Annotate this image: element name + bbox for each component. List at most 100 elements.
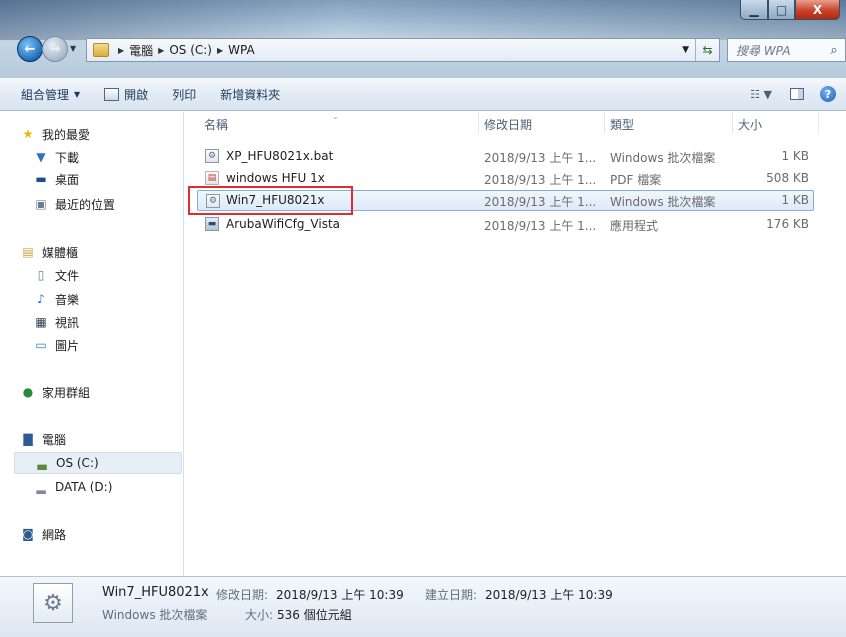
sidebar-item-label: OS (C:) bbox=[56, 456, 99, 470]
new-folder-button[interactable]: 新增資料夾 bbox=[208, 78, 292, 110]
computer-icon: ▇ bbox=[23, 432, 33, 446]
table-row[interactable]: ⚙ XP_HFU8021x.bat 2018/9/13 上午 1... Wind… bbox=[197, 146, 814, 167]
window-controls: ▁ □ X bbox=[740, 0, 840, 22]
print-label: 列印 bbox=[172, 87, 197, 102]
sidebar-item-pictures[interactable]: ▭ 圖片 bbox=[33, 334, 79, 356]
breadcrumb-os-drive[interactable]: OS (C:) bbox=[169, 43, 212, 57]
network-icon: ◙ bbox=[22, 527, 34, 541]
breadcrumb-computer[interactable]: 電腦 bbox=[129, 42, 153, 59]
help-icon[interactable]: ? bbox=[820, 86, 836, 102]
new-folder-label: 新增資料夾 bbox=[220, 87, 281, 102]
column-header-type[interactable]: 類型 bbox=[610, 116, 634, 133]
details-size-value: 536 個位元組 bbox=[277, 608, 352, 622]
preview-pane-icon[interactable] bbox=[790, 88, 804, 100]
star-icon: ★ bbox=[22, 127, 34, 141]
organize-button[interactable]: 組合管理 ▼ bbox=[0, 78, 92, 110]
sidebar-item-favorites[interactable]: ★ 我的最愛 bbox=[20, 123, 90, 145]
refresh-icon[interactable]: ⇆ bbox=[695, 39, 719, 61]
sidebar-item-music[interactable]: ♪ 音樂 bbox=[33, 288, 79, 310]
file-name: windows HFU 1x bbox=[226, 171, 325, 185]
recent-pages-dropdown[interactable]: ▼ bbox=[70, 44, 76, 53]
table-row[interactable]: ▬ ArubaWifiCfg_Vista 2018/9/13 上午 1... 應… bbox=[197, 214, 814, 235]
details-created-label: 建立日期: bbox=[425, 588, 478, 602]
back-button[interactable]: ← bbox=[17, 36, 43, 62]
sidebar-item-os-drive[interactable]: ▃ OS (C:) bbox=[14, 452, 182, 474]
column-divider[interactable] bbox=[478, 112, 479, 134]
search-icon[interactable]: ⌕ bbox=[823, 43, 845, 58]
file-name: ArubaWifiCfg_Vista bbox=[226, 217, 341, 231]
column-header-name[interactable]: 名稱 bbox=[204, 116, 228, 133]
sidebar-item-label: 網路 bbox=[42, 527, 67, 542]
column-header-size[interactable]: 大小 bbox=[738, 116, 762, 133]
sidebar-item-data-drive[interactable]: ▂ DATA (D:) bbox=[33, 476, 112, 498]
desktop-icon: ▬ bbox=[35, 172, 47, 186]
column-header-modified[interactable]: 修改日期 bbox=[484, 116, 532, 133]
sidebar-item-label: 圖片 bbox=[55, 338, 80, 353]
sidebar-item-label: 視訊 bbox=[55, 315, 80, 330]
search-box[interactable]: 搜尋 WPA ⌕ bbox=[727, 38, 846, 62]
breadcrumb-separator-icon[interactable]: ▶ bbox=[158, 46, 164, 55]
open-button[interactable]: 開啟 bbox=[92, 78, 160, 110]
column-divider[interactable] bbox=[732, 112, 733, 134]
pdf-file-icon: ▤ bbox=[205, 171, 219, 185]
column-divider[interactable] bbox=[818, 112, 819, 134]
close-button[interactable]: X bbox=[795, 0, 840, 20]
sidebar-item-downloads[interactable]: ▼ 下載 bbox=[33, 146, 79, 168]
sidebar-item-label: 電腦 bbox=[42, 432, 67, 447]
libraries-icon: ▤ bbox=[22, 245, 34, 259]
breadcrumb-separator-icon[interactable]: ▶ bbox=[217, 46, 223, 55]
file-size: 1 KB bbox=[781, 149, 809, 163]
search-input[interactable]: 搜尋 WPA bbox=[728, 42, 823, 59]
file-type: 應用程式 bbox=[610, 219, 659, 233]
address-dropdown-icon[interactable]: ▼ bbox=[676, 45, 695, 55]
file-modified: 2018/9/13 上午 1... bbox=[484, 195, 597, 209]
file-size: 176 KB bbox=[766, 217, 809, 231]
sort-ascending-icon: ⌄ bbox=[332, 112, 339, 121]
file-modified: 2018/9/13 上午 1... bbox=[484, 173, 597, 187]
sidebar-item-label: 桌面 bbox=[55, 172, 80, 187]
sidebar-item-network[interactable]: ◙ 網路 bbox=[20, 523, 66, 545]
application-icon: ▬ bbox=[205, 217, 219, 231]
address-bar[interactable]: ▶ 電腦 ▶ OS (C:) ▶ WPA ▼ ⇆ bbox=[86, 38, 720, 62]
minimize-button[interactable]: ▁ bbox=[740, 0, 768, 20]
file-size: 508 KB bbox=[766, 171, 809, 185]
sidebar-item-label: 家用群組 bbox=[42, 385, 91, 400]
documents-icon: ▯ bbox=[37, 268, 45, 282]
sidebar-item-recent-places[interactable]: ▣ 最近的位置 bbox=[33, 193, 115, 215]
details-size-label: 大小: bbox=[245, 608, 274, 622]
videos-icon: ▦ bbox=[35, 315, 47, 329]
column-divider[interactable] bbox=[604, 112, 605, 134]
forward-arrow-icon: → bbox=[49, 41, 61, 57]
music-icon: ♪ bbox=[37, 292, 45, 306]
details-file-name: Win7_HFU8021x bbox=[102, 585, 209, 600]
homegroup-icon: ● bbox=[22, 385, 34, 399]
table-row[interactable]: ⚙ Win7_HFU8021x 2018/9/13 上午 1... Window… bbox=[197, 190, 814, 211]
open-label: 開啟 bbox=[124, 87, 149, 102]
sidebar-item-label: 最近的位置 bbox=[55, 197, 116, 212]
batch-file-icon: ⚙ bbox=[206, 194, 220, 208]
batch-file-icon: ⚙ bbox=[205, 149, 219, 163]
recent-places-icon: ▣ bbox=[35, 197, 47, 211]
sidebar-item-label: 我的最愛 bbox=[42, 127, 91, 142]
print-button[interactable]: 列印 bbox=[160, 78, 208, 110]
sidebar-item-computer[interactable]: ▇ 電腦 bbox=[20, 428, 66, 450]
maximize-button[interactable]: □ bbox=[768, 0, 795, 20]
sidebar-item-libraries[interactable]: ▤ 媒體櫃 bbox=[20, 241, 78, 263]
details-modified-value: 2018/9/13 上午 10:39 bbox=[276, 588, 404, 602]
file-size: 1 KB bbox=[781, 193, 809, 207]
details-file-type: Windows 批次檔案 bbox=[102, 608, 208, 622]
table-row[interactable]: ▤ windows HFU 1x 2018/9/13 上午 1... PDF 檔… bbox=[197, 168, 814, 189]
drive-icon: ▃ bbox=[37, 456, 47, 470]
sidebar-item-videos[interactable]: ▦ 視訊 bbox=[33, 311, 79, 333]
downloads-icon: ▼ bbox=[36, 150, 46, 164]
sidebar-item-documents[interactable]: ▯ 文件 bbox=[33, 264, 79, 286]
sidebar-item-homegroup[interactable]: ● 家用群組 bbox=[20, 381, 90, 403]
breadcrumb-wpa[interactable]: WPA bbox=[228, 43, 255, 57]
command-toolbar: 組合管理 ▼ 開啟 列印 新增資料夾 ☷ ▼ ? bbox=[0, 78, 846, 111]
change-view-icon[interactable]: ☷ ▼ bbox=[750, 88, 772, 101]
sidebar-item-label: 媒體櫃 bbox=[42, 245, 79, 260]
sidebar-item-label: DATA (D:) bbox=[55, 480, 113, 494]
forward-button[interactable]: → bbox=[42, 36, 68, 62]
breadcrumb-separator-icon[interactable]: ▶ bbox=[118, 46, 124, 55]
sidebar-item-desktop[interactable]: ▬ 桌面 bbox=[33, 168, 79, 190]
